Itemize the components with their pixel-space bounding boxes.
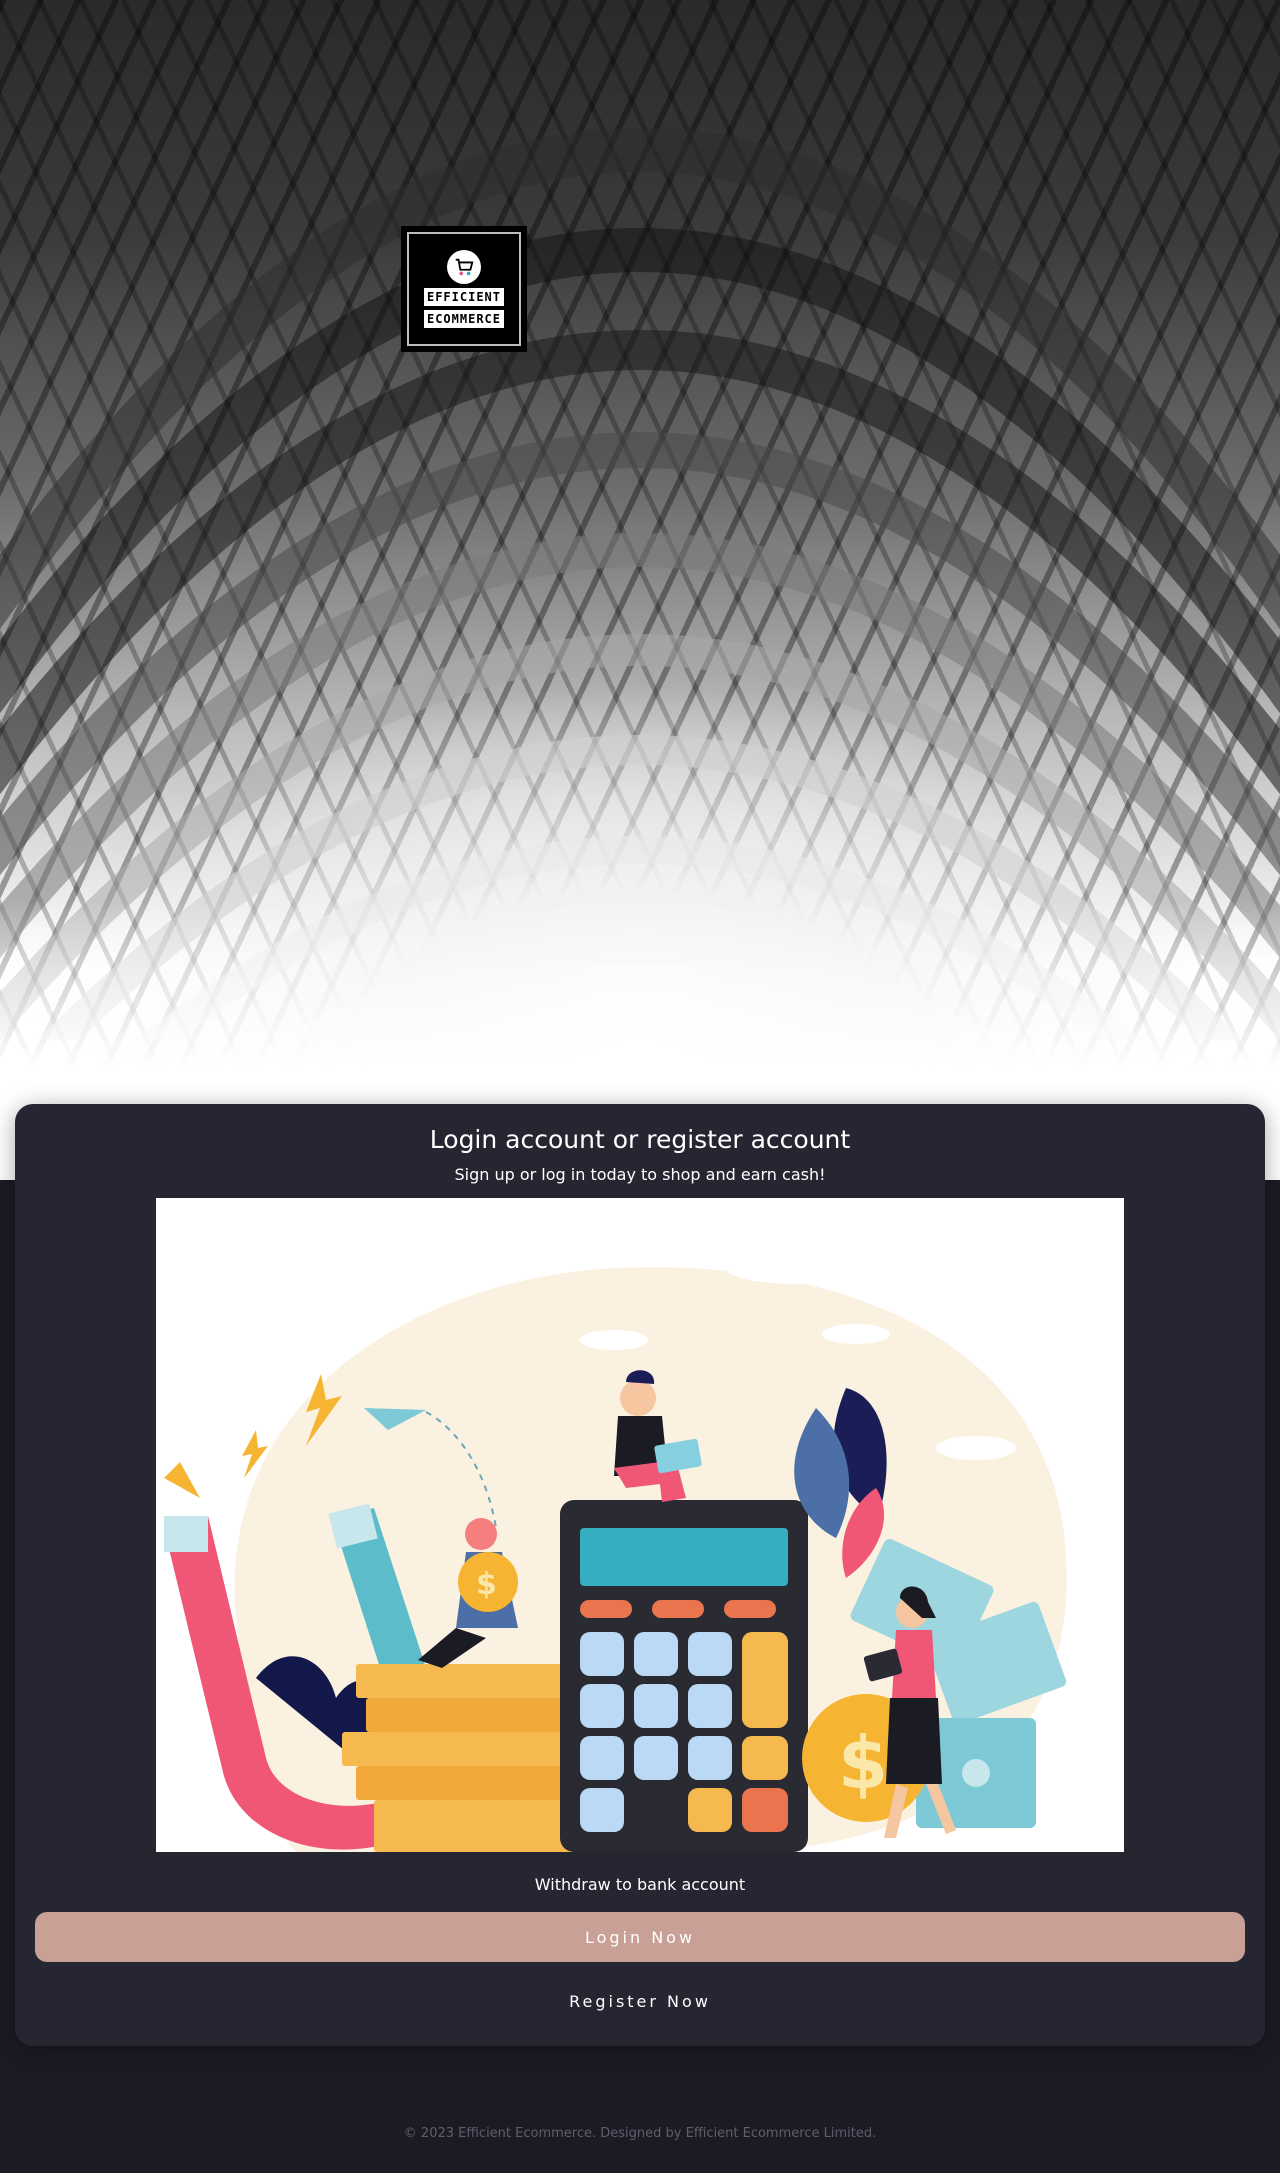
logo-text-line1: EFFICIENT — [423, 288, 505, 306]
footer-copyright: © 2023 Efficient Ecommerce. Designed by … — [403, 2126, 877, 2141]
shopping-cart-icon — [447, 250, 481, 284]
logo-text-line2: ECOMMERCE — [423, 310, 505, 328]
finance-illustration-graphic: $ $ — [164, 1252, 1067, 1852]
finance-illustration: $ $ — [156, 1198, 1124, 1852]
logo-frame: EFFICIENT ECOMMERCE — [407, 232, 521, 346]
hero-background — [0, 0, 1280, 1180]
auth-card: Login account or register account Sign u… — [15, 1104, 1265, 2046]
svg-text:$: $ — [838, 1721, 888, 1805]
register-now-button[interactable]: Register Now — [35, 1976, 1245, 2026]
card-title: Login account or register account — [429, 1125, 851, 1154]
card-subtitle: Sign up or log in today to shop and earn… — [454, 1165, 826, 1184]
site-logo[interactable]: EFFICIENT ECOMMERCE — [401, 226, 527, 352]
architecture-arches-image — [0, 128, 1280, 1040]
login-now-button[interactable]: Login Now — [35, 1912, 1245, 1962]
svg-text:$: $ — [476, 1567, 497, 1602]
illustration-caption: Withdraw to bank account — [534, 1875, 746, 1894]
